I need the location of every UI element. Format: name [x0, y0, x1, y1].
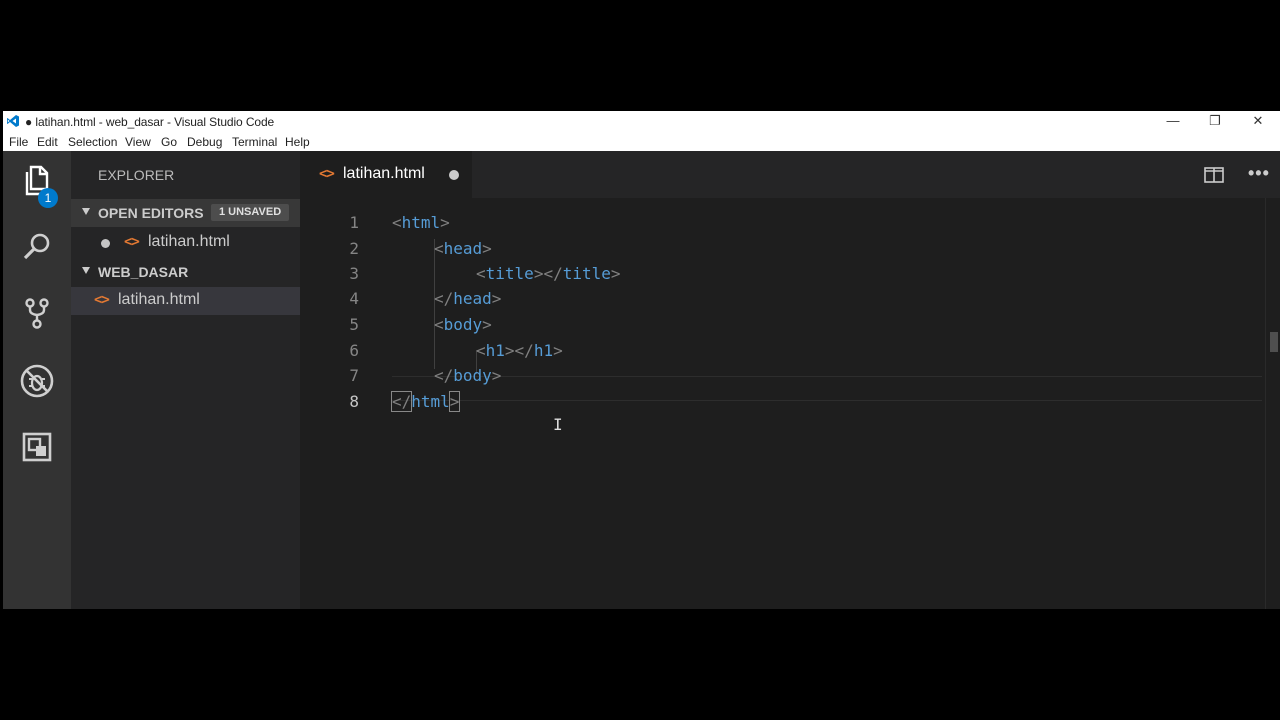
code-line: <body> — [434, 315, 492, 334]
explorer-sidebar: EXPLORER OPEN EDITORS 1 UNSAVED <> latih… — [71, 151, 300, 609]
line-number: 3 — [349, 264, 359, 283]
code-line: </body> — [434, 366, 502, 385]
restore-button[interactable]: ❐ — [1193, 111, 1237, 132]
sidebar-header: EXPLORER — [98, 167, 175, 183]
line-number-current: 8 — [349, 392, 359, 411]
chevron-down-icon — [82, 267, 90, 274]
activity-explorer[interactable]: 1 — [3, 151, 71, 211]
extensions-icon — [22, 432, 52, 462]
unsaved-dot-icon[interactable] — [101, 239, 110, 248]
open-editors-section[interactable]: OPEN EDITORS 1 UNSAVED — [71, 199, 300, 227]
vscode-logo-icon — [7, 115, 19, 127]
split-editor-icon[interactable] — [1204, 167, 1224, 183]
title-bar: ● latihan.html - web_dasar - Visual Stud… — [3, 111, 1280, 132]
activity-bar: 1 — [3, 151, 71, 609]
more-actions-icon[interactable]: ••• — [1248, 163, 1270, 184]
html-file-icon: <> — [94, 292, 110, 308]
activity-debug[interactable] — [3, 351, 71, 411]
code-line: <h1></h1> — [476, 341, 563, 360]
line-number: 1 — [349, 213, 359, 232]
explorer-badge: 1 — [38, 188, 58, 208]
menu-selection[interactable]: Selection — [68, 135, 117, 149]
menu-help[interactable]: Help — [285, 135, 310, 149]
code-line: <head> — [434, 239, 492, 258]
folder-file-item[interactable]: <> latihan.html — [71, 287, 300, 315]
html-file-icon: <> — [319, 166, 335, 182]
source-control-icon — [25, 298, 49, 329]
code-editor[interactable]: 1 2 3 4 5 6 7 8 <html> <head> <title></t… — [300, 198, 1280, 609]
line-number: 7 — [349, 366, 359, 385]
code-line-current: </html> — [390, 391, 461, 412]
folder-filename: latihan.html — [118, 291, 200, 308]
menu-go[interactable]: Go — [161, 135, 177, 149]
open-editors-label: OPEN EDITORS — [98, 205, 204, 221]
menu-view[interactable]: View — [125, 135, 151, 149]
code-line: <title></title> — [476, 264, 621, 283]
vscode-window: ● latihan.html - web_dasar - Visual Stud… — [3, 111, 1280, 609]
window-title: ● latihan.html - web_dasar - Visual Stud… — [25, 115, 275, 129]
menu-file[interactable]: File — [9, 135, 28, 149]
editor-tab-bar: <> latihan.html ••• — [300, 151, 1280, 198]
code-line: <html> — [392, 213, 450, 232]
unsaved-badge: 1 UNSAVED — [211, 204, 290, 221]
web-dasar-section[interactable]: WEB_DASAR — [71, 258, 300, 286]
activity-extensions[interactable] — [3, 417, 71, 477]
menu-bar: File Edit Selection View Go Debug Termin… — [3, 132, 1280, 152]
unsaved-dot-icon[interactable] — [449, 170, 459, 180]
current-line-highlight — [392, 376, 1262, 401]
folder-label: WEB_DASAR — [98, 264, 189, 280]
line-number: 4 — [349, 289, 359, 308]
activity-source-control[interactable] — [3, 283, 71, 343]
code-line: </head> — [434, 289, 502, 308]
tab-latihan-html[interactable]: <> latihan.html — [300, 151, 472, 198]
open-editor-filename: latihan.html — [148, 233, 230, 250]
menu-debug[interactable]: Debug — [187, 135, 222, 149]
minimize-button[interactable]: — — [1151, 111, 1195, 132]
line-number: 6 — [349, 341, 359, 360]
debug-icon — [20, 364, 54, 398]
activity-search[interactable] — [3, 217, 71, 277]
line-number: 2 — [349, 239, 359, 258]
editor-scrollbar[interactable] — [1265, 198, 1280, 609]
menu-terminal[interactable]: Terminal — [232, 135, 277, 149]
scrollbar-thumb[interactable] — [1270, 332, 1278, 352]
search-icon — [23, 233, 50, 260]
line-number: 5 — [349, 315, 359, 334]
mouse-text-cursor-icon: I — [553, 415, 563, 434]
html-file-icon: <> — [124, 234, 140, 250]
close-button[interactable]: ✕ — [1236, 111, 1280, 132]
chevron-down-icon — [82, 208, 90, 215]
menu-edit[interactable]: Edit — [37, 135, 58, 149]
tab-label: latihan.html — [343, 165, 425, 182]
open-editor-item[interactable]: <> latihan.html — [71, 229, 300, 257]
